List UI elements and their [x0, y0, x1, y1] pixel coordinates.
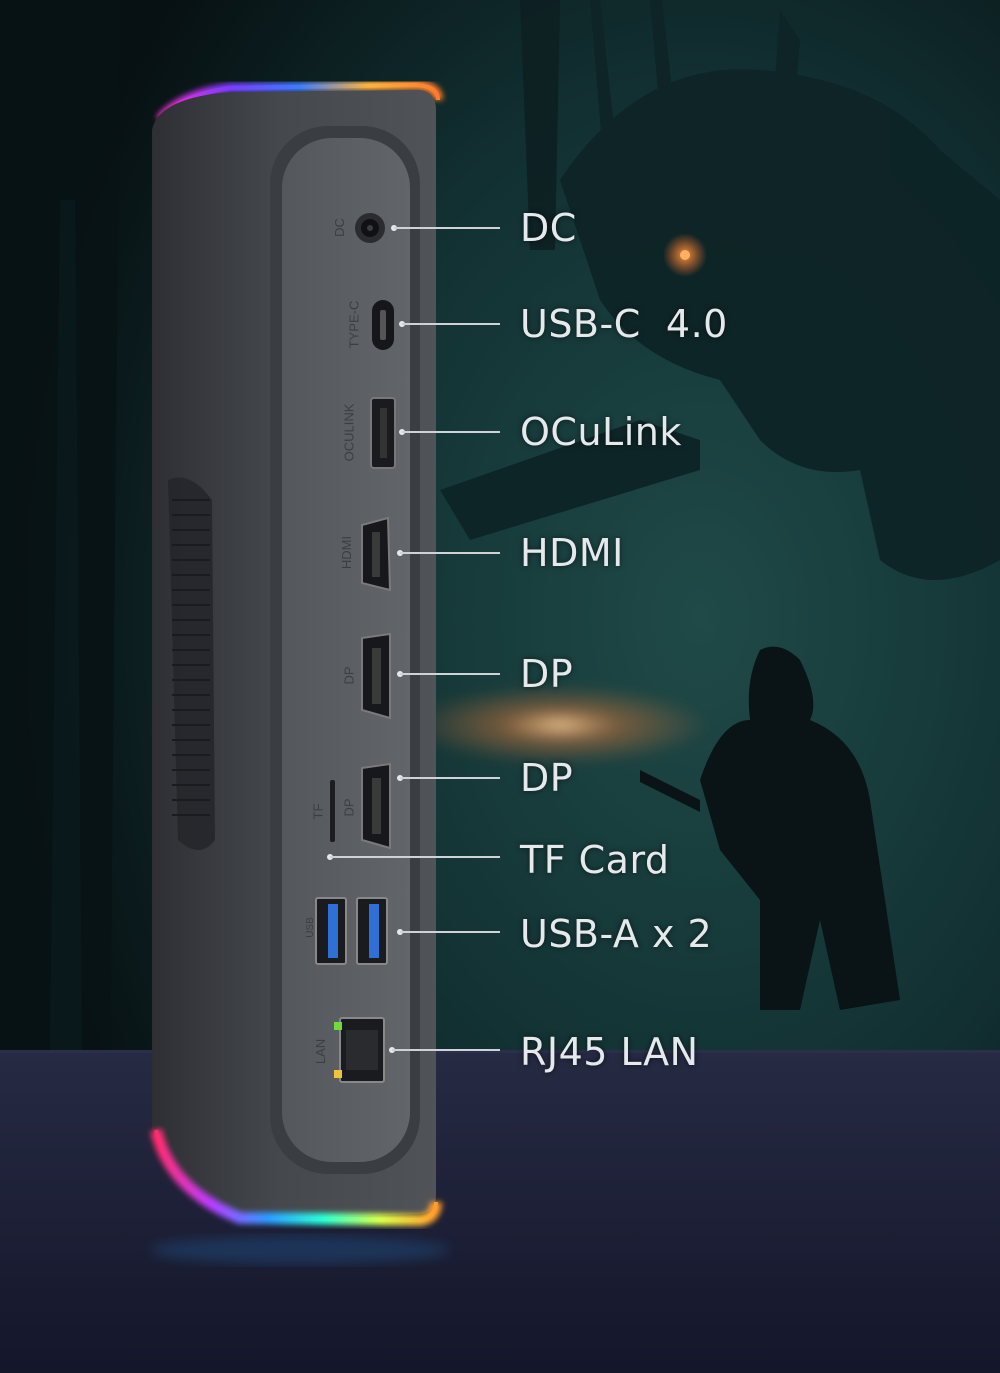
hdmi-port: [361, 516, 392, 592]
usb-c-port: [372, 300, 394, 350]
callout-usb-a: USB-A x 2: [520, 912, 713, 956]
port-label-hdmi: HDMI: [339, 535, 355, 570]
callout-rj45-lan: RJ45 LAN: [520, 1030, 699, 1074]
callout-dc: DC: [520, 206, 577, 250]
torch-flare: [410, 685, 710, 765]
dp-port-1: [361, 632, 391, 720]
port-label-tf: TF: [310, 803, 326, 820]
callout-usb-c: USB-C 4.0: [520, 302, 728, 346]
dc-port: [355, 213, 385, 243]
callout-oculink: OCuLink: [520, 410, 682, 454]
rj45-lan-port: [334, 1017, 385, 1083]
port-label-oculink: OCULINK: [341, 403, 357, 462]
callout-tf-card: TF Card: [520, 838, 670, 882]
port-label-usb: USB: [304, 917, 316, 938]
mech-eye: [680, 250, 690, 260]
port-label-dc: DC: [331, 218, 347, 237]
port-label-lan: LAN: [313, 1038, 329, 1065]
port-label-dp1: DP: [341, 666, 357, 685]
port-label-dp2: DP: [341, 798, 357, 817]
callout-hdmi: HDMI: [520, 531, 624, 575]
floor: [0, 1050, 1000, 1373]
usb-a-port-1: [315, 897, 347, 965]
oculink-port: [370, 397, 396, 469]
dp-port-2: [361, 762, 391, 850]
port-label-typec: TYPE-C: [346, 300, 362, 349]
callout-dp-1: DP: [520, 652, 574, 696]
usb-a-port-2: [356, 897, 388, 965]
callout-dp-2: DP: [520, 756, 574, 800]
tf-card-slot: [330, 780, 335, 842]
floor-reflection: [150, 1236, 450, 1264]
product-scene: [0, 0, 1000, 1373]
